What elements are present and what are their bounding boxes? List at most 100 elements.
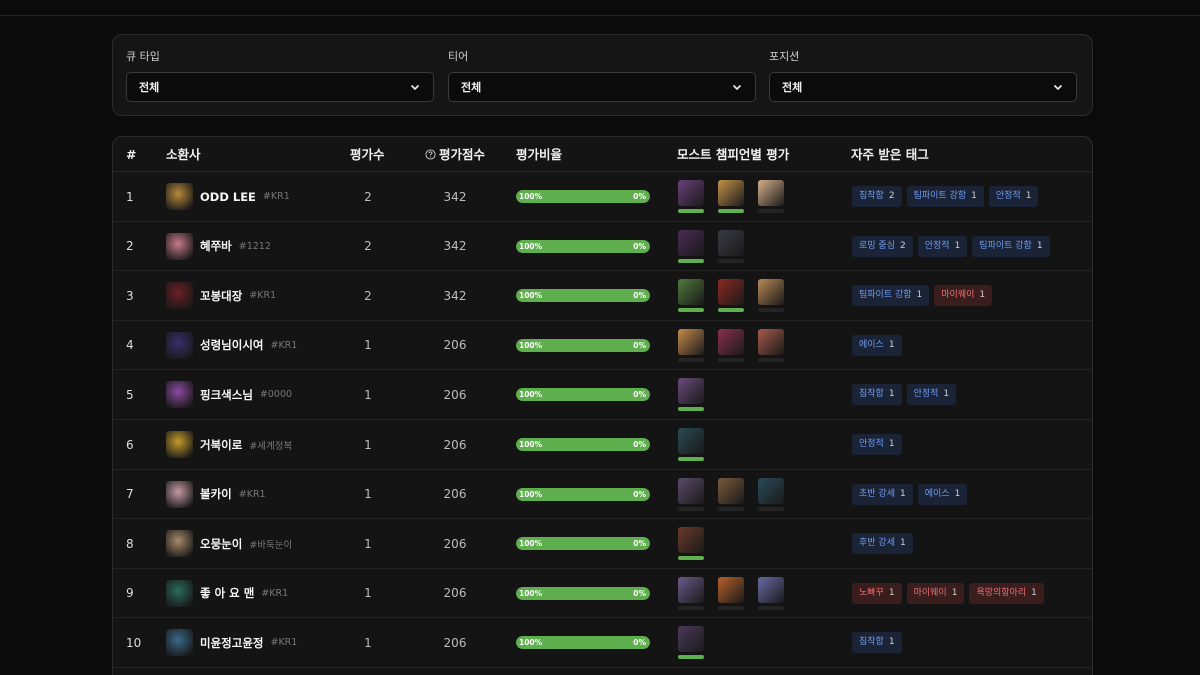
champion-rating[interactable] — [718, 180, 744, 213]
champion-icon[interactable] — [678, 378, 704, 405]
champion-rating[interactable] — [678, 279, 704, 313]
champion-rating[interactable] — [718, 576, 744, 610]
summoner-name[interactable]: 오뭉눈이 — [200, 536, 242, 552]
champion-rating[interactable] — [758, 279, 784, 313]
champion-rating[interactable] — [678, 626, 704, 660]
table-row[interactable]: 2 혜쭈바 #1212 2 342 100% 0% 로밍 중심 2 안정적 1 팀파이트 강함 1 — [113, 222, 1092, 272]
champion-rating[interactable] — [758, 328, 784, 362]
champion-rating[interactable] — [718, 279, 744, 313]
champion-icon[interactable] — [718, 279, 744, 306]
champion-icon[interactable] — [758, 279, 784, 306]
summoner-name[interactable]: ODD LEE — [200, 190, 256, 204]
champion-icon[interactable] — [678, 180, 704, 206]
queue-type-select[interactable]: 전체 — [126, 72, 434, 102]
summoner-name[interactable]: 미윤정고윤정 — [200, 635, 263, 651]
summoner-cell[interactable]: 좋 아 요 맨 #KR1 — [166, 569, 288, 618]
table-row[interactable]: 5 핑크색스님 #0000 1 206 100% 0% 침착함 1 안정적 1 — [113, 370, 1092, 420]
table-row[interactable]: 6 거북이로 #세계정복 1 206 100% 0% 안정적 1 — [113, 420, 1092, 470]
champion-rating[interactable] — [758, 477, 784, 511]
champion-rating[interactable] — [678, 527, 704, 561]
table-row[interactable]: 4 성령님이시여 #KR1 1 206 100% 0% 에이스 1 — [113, 321, 1092, 371]
summoner-avatar[interactable] — [166, 232, 193, 260]
filter-queue-type: 큐 타입 전체 — [126, 49, 434, 102]
champion-rating[interactable] — [678, 328, 704, 362]
summoner-cell[interactable]: 혜쭈바 #1212 — [166, 222, 271, 271]
header-score[interactable]: 평가점수 — [425, 137, 485, 172]
summoner-cell[interactable]: 미윤정고윤정 #KR1 — [166, 618, 297, 667]
tier-select[interactable]: 전체 — [448, 72, 756, 102]
summoner-cell[interactable]: 볼카이 #KR1 — [166, 470, 266, 519]
table-row[interactable]: 3 꼬봉대장 #KR1 2 342 100% 0% 팀파이트 강함 1 마이웨이 1 — [113, 271, 1092, 321]
rating-ratio: 100% 0% — [516, 470, 650, 519]
summoner-name[interactable]: 볼카이 — [200, 486, 232, 502]
champion-icon[interactable] — [758, 328, 784, 355]
tag-count: 1 — [943, 389, 950, 400]
champion-icon[interactable] — [678, 328, 704, 355]
champion-icon[interactable] — [678, 428, 704, 454]
champion-rating[interactable] — [678, 576, 704, 610]
summoner-avatar[interactable] — [166, 579, 193, 607]
summoner-avatar[interactable] — [166, 629, 193, 657]
champion-icon[interactable] — [718, 477, 744, 504]
summoner-cell[interactable]: 핑크색스님 #0000 — [166, 370, 292, 419]
summoner-avatar[interactable] — [166, 530, 193, 558]
summoner-name[interactable]: 거북이로 — [200, 437, 242, 453]
tag-label: 팀파이트 강함 — [859, 290, 912, 301]
ratio-bar: 100% 0% — [516, 239, 650, 253]
champion-icon[interactable] — [718, 180, 744, 206]
summoner-avatar[interactable] — [166, 282, 193, 310]
champion-icon[interactable] — [718, 229, 744, 256]
tag-count: 2 — [899, 240, 906, 251]
table-row[interactable]: 8 오뭉눈이 #바둑눈이 1 206 100% 0% 후반 강세 1 — [113, 519, 1092, 569]
champion-icon[interactable] — [678, 279, 704, 306]
summoner-name[interactable]: 꼬봉대장 — [200, 288, 242, 304]
chevron-down-icon — [1053, 84, 1063, 91]
ratio-bar: 100% 0% — [516, 537, 650, 551]
summoner-avatar[interactable] — [166, 183, 193, 210]
summoner-cell[interactable]: 성령님이시여 #KR1 — [166, 321, 297, 370]
summoner-name[interactable]: 핑크색스님 — [200, 387, 253, 403]
champion-icon[interactable] — [678, 527, 704, 554]
summoner-avatar[interactable] — [166, 431, 193, 458]
summoner-name[interactable]: 좋 아 요 맨 — [200, 585, 254, 601]
champion-rating[interactable] — [678, 428, 704, 461]
champion-icon[interactable] — [678, 626, 704, 653]
tag-count: 1 — [888, 439, 895, 449]
summoner-cell[interactable]: 꼬봉대장 #KR1 — [166, 271, 276, 320]
table-row[interactable]: 7 볼카이 #KR1 1 206 100% 0% 초반 강세 1 에이스 1 — [113, 470, 1092, 520]
champion-icon[interactable] — [678, 477, 704, 504]
summoner-cell[interactable]: 오뭉눈이 #바둑눈이 — [166, 519, 292, 568]
champion-rating[interactable] — [718, 477, 744, 511]
table-row[interactable]: 10 미윤정고윤정 #KR1 1 206 100% 0% 침착함 1 — [113, 618, 1092, 668]
champion-rating[interactable] — [678, 378, 704, 412]
champion-icon[interactable] — [718, 576, 744, 603]
help-circle-icon[interactable] — [425, 148, 436, 160]
position-select[interactable]: 전체 — [769, 72, 1077, 102]
champion-rating[interactable] — [718, 328, 744, 362]
header-count[interactable]: 평가수 — [350, 137, 385, 172]
summoner-avatar[interactable] — [166, 381, 193, 409]
summoner-name[interactable]: 혜쭈바 — [200, 238, 232, 254]
table-row[interactable]: 1 ODD LEE #KR1 2 342 100% 0% 침착함 2 팀파이트 강함 1 안정적 1 — [113, 172, 1092, 222]
champion-icon[interactable] — [758, 477, 784, 504]
table-row[interactable]: 9 좋 아 요 맨 #KR1 1 206 100% 0% 노빠꾸 1 마이웨이 1 욕망의항아리 1 — [113, 569, 1092, 619]
summoner-name[interactable]: 성령님이시여 — [200, 337, 263, 353]
summoner-cell[interactable]: ODD LEE #KR1 — [166, 172, 290, 221]
champion-rating[interactable] — [678, 229, 704, 263]
champion-rating[interactable] — [758, 576, 784, 610]
rank: 6 — [126, 437, 134, 452]
champion-rating[interactable] — [718, 229, 744, 263]
champion-icon[interactable] — [758, 576, 784, 603]
champion-rating[interactable] — [678, 180, 704, 213]
champion-icon[interactable] — [758, 180, 784, 206]
champion-rating[interactable] — [758, 180, 784, 213]
champion-icon[interactable] — [678, 229, 704, 256]
frequent-tags: 노빠꾸 1 마이웨이 1 욕망의항아리 1 — [852, 569, 1044, 618]
champion-icon[interactable] — [678, 576, 704, 603]
summoner-avatar[interactable] — [166, 331, 193, 359]
champion-rating[interactable] — [678, 477, 704, 511]
tag-count: 1 — [1025, 191, 1032, 201]
summoner-avatar[interactable] — [166, 480, 193, 508]
summoner-cell[interactable]: 거북이로 #세계정복 — [166, 420, 292, 469]
champion-icon[interactable] — [718, 328, 744, 355]
